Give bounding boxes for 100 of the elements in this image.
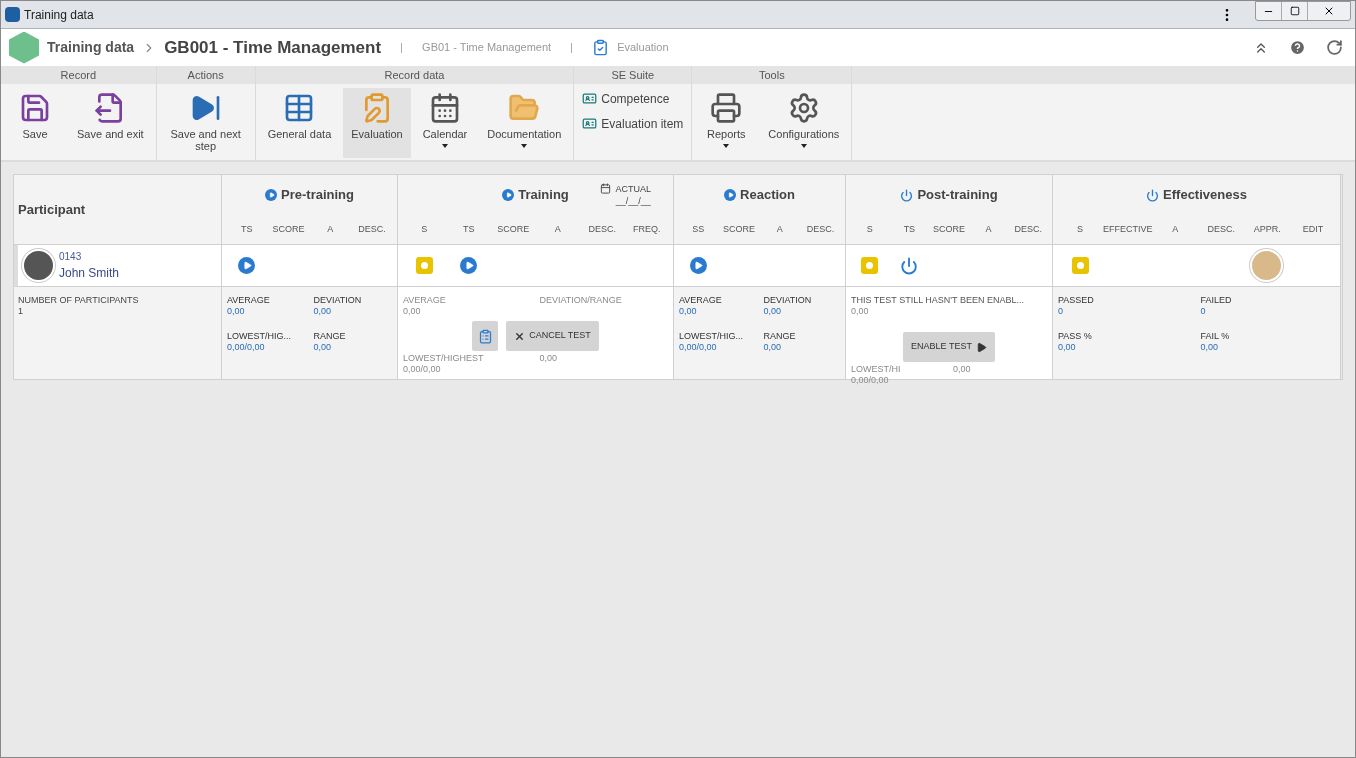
- stat-value: 0,00: [851, 306, 870, 317]
- subcolumn-heading: S: [1075, 222, 1084, 236]
- subcolumn-heading: DESC.: [587, 222, 617, 236]
- subcolumn-heading: S: [865, 222, 874, 236]
- record-code: GB01 - Time Management: [422, 40, 552, 56]
- stat-label: PASSED: [1058, 295, 1095, 306]
- subcolumn-heading: A: [984, 222, 993, 236]
- play-icon[interactable]: [689, 257, 707, 274]
- subcolumn-heading: EDIT: [1301, 222, 1325, 236]
- stat-label: LOWEST/HIG...: [679, 331, 744, 342]
- stat-value: 0,00: [227, 306, 246, 317]
- stat-value: 0,00/0,00: [851, 375, 890, 386]
- subcolumn-heading: S: [420, 222, 429, 236]
- subcolumn-heading: SCORE: [722, 222, 757, 236]
- subcolumn-heading: FREQ.: [632, 222, 662, 236]
- stat-value: 0,00: [539, 353, 559, 364]
- stat-value: 0,00: [313, 342, 333, 353]
- stat-label: LOWEST/HIG...: [227, 331, 292, 342]
- play-icon[interactable]: [238, 257, 256, 274]
- subcolumn-heading: TS: [902, 222, 917, 236]
- avatar: [22, 249, 55, 282]
- date-label: ACTUAL: [615, 183, 651, 195]
- section-title: Training: [518, 186, 569, 205]
- toolbar-link[interactable]: Competence: [578, 88, 688, 109]
- printer-icon: [710, 92, 743, 124]
- stat-value: 0,00: [679, 306, 698, 317]
- clipboard-check-icon: [592, 39, 610, 56]
- stat-label: RANGE: [313, 331, 347, 342]
- id-card-icon: [582, 116, 598, 131]
- subcolumn-heading: DESC.: [805, 222, 836, 236]
- subcolumn-heading: A: [775, 222, 784, 236]
- stat-value: 0: [1058, 306, 1064, 317]
- stat-value: 0,00: [953, 364, 972, 375]
- help-icon[interactable]: [1289, 39, 1306, 56]
- stat-label: DEVIATION/RANGE: [539, 295, 623, 306]
- save-icon: [19, 92, 51, 124]
- subcolumn-heading: TS: [240, 222, 254, 236]
- toolbar-button[interactable]: General data: [259, 88, 340, 158]
- record-title: GB001 - Time Management: [164, 36, 382, 59]
- group-label: Tools: [692, 66, 852, 84]
- column-heading: Participant: [18, 200, 86, 219]
- stat-label: NUMBER OF PARTICIPANTS: [18, 295, 140, 306]
- id-card-icon: [582, 91, 598, 106]
- stat-label: LOWEST/HIGHEST: [403, 353, 485, 364]
- stat-value: 0,00/0,00: [403, 364, 442, 375]
- stat-value: 0: [1200, 306, 1207, 317]
- play-icon: [975, 341, 987, 353]
- stat-label: DEVIATION: [763, 295, 813, 306]
- subcolumn-heading: SS: [691, 222, 706, 236]
- subcolumn-heading: DESC.: [1013, 222, 1043, 236]
- subcolumn-heading: SCORE: [271, 222, 306, 236]
- stat-label: AVERAGE: [679, 295, 723, 306]
- toolbar-button[interactable]: Evaluation: [343, 88, 411, 158]
- section-title: Pre-training: [281, 186, 354, 205]
- stat-label: FAIL %: [1200, 331, 1231, 342]
- stat-value: 0,00/0,00: [227, 342, 266, 353]
- stat-label: RANGE: [763, 331, 797, 342]
- toolbar-button[interactable]: Configurations: [760, 88, 848, 158]
- section-title: Reaction: [740, 186, 795, 205]
- module-name[interactable]: Training data: [47, 37, 135, 58]
- toolbar-button[interactable]: Reports: [696, 88, 757, 158]
- participant-code: 0143: [59, 250, 83, 264]
- stat-value: 0,00: [403, 306, 422, 317]
- subcolumn-heading: A: [326, 222, 335, 236]
- toolbar-link[interactable]: Evaluation item: [578, 113, 688, 134]
- stat-value: 1: [18, 306, 24, 317]
- notice-text: THIS TEST STILL HASN'T BEEN ENABL...: [851, 295, 1025, 306]
- participant-name[interactable]: John Smith: [59, 264, 120, 282]
- subcolumn-heading: DESC.: [1206, 222, 1236, 236]
- toolbar-button[interactable]: Save: [5, 88, 65, 158]
- toolbar-button[interactable]: Documentation: [479, 88, 570, 158]
- date-value: __/__/__: [615, 195, 651, 207]
- subcolumn-heading: SCORE: [931, 222, 966, 236]
- stat-label: AVERAGE: [227, 295, 271, 306]
- stat-label: AVERAGE: [403, 295, 447, 306]
- stat-label: FAILED: [1200, 295, 1233, 306]
- subcolumn-heading: APPR.: [1252, 222, 1282, 236]
- toolbar-button[interactable]: Save and exit: [69, 88, 152, 158]
- section-title: Effectiveness: [1163, 186, 1247, 205]
- toolbar-button[interactable]: Save and next step: [160, 88, 251, 158]
- stat-label: PASS %: [1058, 331, 1093, 342]
- stat-label: LOWEST/HI: [851, 364, 902, 375]
- stat-value: 0,00: [1058, 342, 1077, 353]
- subcolumn-heading: TS: [462, 222, 476, 236]
- group-label: SE Suite: [574, 66, 692, 84]
- subcolumn-heading: A: [553, 222, 562, 236]
- group-label: Record: [1, 66, 156, 84]
- group-label: Record data: [255, 66, 574, 84]
- toolbar-button[interactable]: Calendar: [414, 88, 476, 158]
- step-name: Evaluation: [617, 40, 669, 56]
- subcolumn-heading: DESC.: [357, 222, 387, 236]
- subcolumn-heading: EFFECTIVE: [1102, 222, 1153, 236]
- stat-label: DEVIATION: [313, 295, 363, 306]
- stat-value: 0,00: [1200, 342, 1220, 353]
- refresh-icon[interactable]: [1326, 39, 1343, 56]
- stat-value: 0,00: [313, 306, 333, 317]
- window-title: Training data: [24, 6, 94, 24]
- subcolumn-heading: SCORE: [496, 222, 531, 236]
- stat-value: 0,00: [763, 306, 783, 317]
- group-label: Actions: [156, 66, 255, 84]
